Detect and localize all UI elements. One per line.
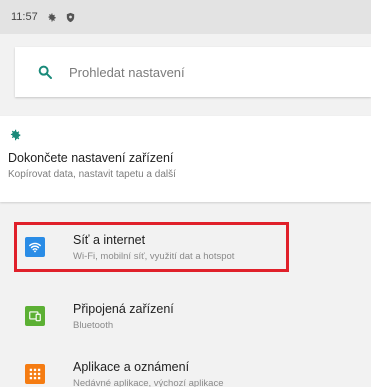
search-placeholder: Prohledat nastavení — [69, 64, 185, 80]
apps-icon — [25, 364, 45, 384]
shield-notification-icon — [66, 12, 74, 22]
gear-icon — [10, 129, 21, 141]
status-time: 11:57 — [11, 11, 38, 23]
search-bar[interactable]: Prohledat nastavení — [15, 47, 371, 97]
highlight-box — [14, 222, 289, 272]
item-title: Aplikace a oznámení — [73, 359, 190, 374]
settings-item-apps[interactable]: Aplikace a oznámení Nedávné aplikace, vý… — [0, 350, 371, 387]
settings-notification-icon — [48, 12, 56, 22]
item-title: Připojená zařízení — [73, 301, 174, 316]
connected-devices-icon — [25, 306, 45, 326]
settings-item-connected-devices[interactable]: Připojená zařízení Bluetooth — [0, 292, 371, 340]
item-subtitle: Bluetooth — [73, 319, 114, 331]
suggestion-title: Dokončete nastavení zařízení — [8, 151, 174, 165]
suggestion-subtitle: Kopírovat data, nastavit tapetu a další — [8, 169, 176, 180]
search-icon — [38, 65, 52, 79]
setup-suggestion-card[interactable]: Dokončete nastavení zařízení Kopírovat d… — [0, 116, 371, 202]
item-subtitle: Nedávné aplikace, výchozí aplikace — [73, 377, 224, 387]
status-bar: 11:57 — [0, 0, 371, 34]
